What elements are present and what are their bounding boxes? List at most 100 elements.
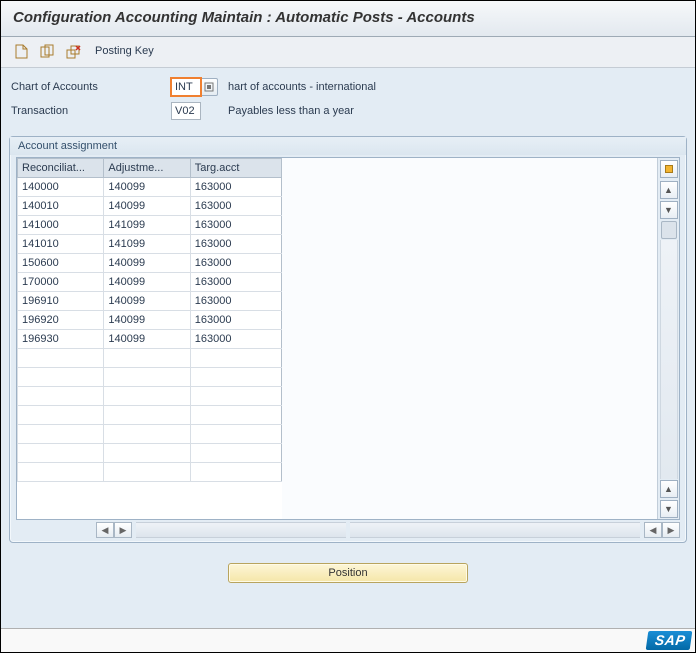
table-settings-icon[interactable] bbox=[660, 160, 678, 178]
table-cell[interactable] bbox=[104, 368, 190, 387]
table-cell[interactable]: 196930 bbox=[18, 330, 104, 349]
table-cell[interactable] bbox=[18, 406, 104, 425]
table-row[interactable]: 140010140099163000 bbox=[18, 197, 282, 216]
scroll-down-icon[interactable]: ▼ bbox=[660, 201, 678, 219]
table-cell[interactable] bbox=[190, 425, 281, 444]
scroll-track[interactable] bbox=[660, 240, 678, 479]
hscroll-right-icon[interactable]: ▶ bbox=[114, 522, 132, 538]
posting-key-button[interactable]: Posting Key bbox=[95, 45, 154, 57]
transaction-row: Transaction Payables less than a year bbox=[9, 100, 687, 122]
column-header[interactable]: Adjustme... bbox=[104, 159, 190, 178]
table-cell[interactable] bbox=[190, 349, 281, 368]
table-row[interactable]: 196910140099163000 bbox=[18, 292, 282, 311]
copy-icon[interactable] bbox=[37, 41, 57, 61]
content-area: Chart of Accounts hart of accounts - int… bbox=[1, 68, 695, 628]
sap-logo: SAP bbox=[645, 631, 692, 650]
table-cell[interactable]: 163000 bbox=[190, 311, 281, 330]
table-cell[interactable] bbox=[190, 368, 281, 387]
table-container: Reconciliat...Adjustme...Targ.acct 14000… bbox=[16, 157, 680, 520]
scroll-down2-icon[interactable]: ▼ bbox=[660, 500, 678, 518]
hscroll-right2-icon[interactable]: ▶ bbox=[662, 522, 680, 538]
position-button[interactable]: Position bbox=[228, 563, 468, 583]
table-row[interactable] bbox=[18, 463, 282, 482]
table-cell[interactable] bbox=[104, 349, 190, 368]
new-document-icon[interactable] bbox=[11, 41, 31, 61]
table-cell[interactable]: 170000 bbox=[18, 273, 104, 292]
table-cell[interactable]: 163000 bbox=[190, 273, 281, 292]
account-assignment-panel: Account assignment Reconciliat...Adjustm… bbox=[9, 136, 687, 543]
table-row[interactable]: 141010141099163000 bbox=[18, 235, 282, 254]
table-cell[interactable] bbox=[18, 387, 104, 406]
table-cell[interactable]: 150600 bbox=[18, 254, 104, 273]
table-cell[interactable]: 163000 bbox=[190, 235, 281, 254]
panel-title: Account assignment bbox=[10, 137, 686, 155]
column-header[interactable]: Targ.acct bbox=[190, 159, 281, 178]
column-header[interactable]: Reconciliat... bbox=[18, 159, 104, 178]
table-cell[interactable]: 140010 bbox=[18, 197, 104, 216]
table-cell[interactable] bbox=[104, 463, 190, 482]
table-cell[interactable]: 196920 bbox=[18, 311, 104, 330]
table-row[interactable] bbox=[18, 406, 282, 425]
table-cell[interactable]: 163000 bbox=[190, 254, 281, 273]
table-cell[interactable] bbox=[18, 368, 104, 387]
table-cell[interactable]: 140099 bbox=[104, 330, 190, 349]
table-cell[interactable]: 140099 bbox=[104, 197, 190, 216]
position-row: Position bbox=[9, 563, 687, 583]
table-row[interactable] bbox=[18, 349, 282, 368]
table-row[interactable]: 150600140099163000 bbox=[18, 254, 282, 273]
table-cell[interactable]: 163000 bbox=[190, 216, 281, 235]
table-cell[interactable]: 141099 bbox=[104, 216, 190, 235]
table-cell[interactable]: 163000 bbox=[190, 178, 281, 197]
table-cell[interactable]: 140099 bbox=[104, 178, 190, 197]
table-cell[interactable]: 140099 bbox=[104, 292, 190, 311]
table-cell[interactable] bbox=[104, 444, 190, 463]
table-cell[interactable] bbox=[18, 349, 104, 368]
hscroll-left2-icon[interactable]: ◀ bbox=[644, 522, 662, 538]
table-cell[interactable]: 140099 bbox=[104, 254, 190, 273]
scroll-up-icon[interactable]: ▲ bbox=[660, 181, 678, 199]
table-cell[interactable] bbox=[104, 406, 190, 425]
table-row[interactable]: 140000140099163000 bbox=[18, 178, 282, 197]
table-cell[interactable] bbox=[190, 463, 281, 482]
table-cell[interactable] bbox=[104, 387, 190, 406]
table-cell[interactable]: 140099 bbox=[104, 273, 190, 292]
table-row[interactable] bbox=[18, 444, 282, 463]
delete-icon[interactable] bbox=[63, 41, 83, 61]
table-cell[interactable]: 141099 bbox=[104, 235, 190, 254]
table-cell[interactable]: 141010 bbox=[18, 235, 104, 254]
table-cell[interactable]: 196910 bbox=[18, 292, 104, 311]
table-row[interactable] bbox=[18, 387, 282, 406]
table-row[interactable] bbox=[18, 425, 282, 444]
table-row[interactable]: 141000141099163000 bbox=[18, 216, 282, 235]
app-window: Configuration Accounting Maintain : Auto… bbox=[0, 0, 696, 653]
hscroll-track-left[interactable] bbox=[136, 522, 346, 538]
table-cell[interactable] bbox=[18, 463, 104, 482]
status-bar: SAP bbox=[1, 628, 695, 652]
table-cell[interactable]: 141000 bbox=[18, 216, 104, 235]
table-row[interactable]: 170000140099163000 bbox=[18, 273, 282, 292]
table-cell[interactable] bbox=[18, 425, 104, 444]
chart-of-accounts-desc: hart of accounts - international bbox=[228, 81, 376, 93]
table-cell[interactable]: 140099 bbox=[104, 311, 190, 330]
value-help-icon[interactable] bbox=[200, 78, 218, 96]
chart-of-accounts-input[interactable] bbox=[171, 78, 201, 96]
hscroll-left-icon[interactable]: ◀ bbox=[96, 522, 114, 538]
table-row[interactable] bbox=[18, 368, 282, 387]
scroll-up2-icon[interactable]: ▲ bbox=[660, 480, 678, 498]
table-cell[interactable]: 140000 bbox=[18, 178, 104, 197]
table-cell[interactable] bbox=[190, 444, 281, 463]
chart-of-accounts-label: Chart of Accounts bbox=[9, 81, 171, 93]
hscroll-track-right[interactable] bbox=[350, 522, 640, 538]
table-cell[interactable] bbox=[190, 406, 281, 425]
table-cell[interactable]: 163000 bbox=[190, 197, 281, 216]
table-cell[interactable] bbox=[18, 444, 104, 463]
table-cell[interactable] bbox=[104, 425, 190, 444]
table-row[interactable]: 196920140099163000 bbox=[18, 311, 282, 330]
table-cell[interactable]: 163000 bbox=[190, 292, 281, 311]
scroll-thumb[interactable] bbox=[661, 221, 677, 239]
account-table[interactable]: Reconciliat...Adjustme...Targ.acct 14000… bbox=[17, 158, 657, 519]
table-cell[interactable] bbox=[190, 387, 281, 406]
table-cell[interactable]: 163000 bbox=[190, 330, 281, 349]
transaction-input bbox=[171, 102, 201, 120]
table-row[interactable]: 196930140099163000 bbox=[18, 330, 282, 349]
